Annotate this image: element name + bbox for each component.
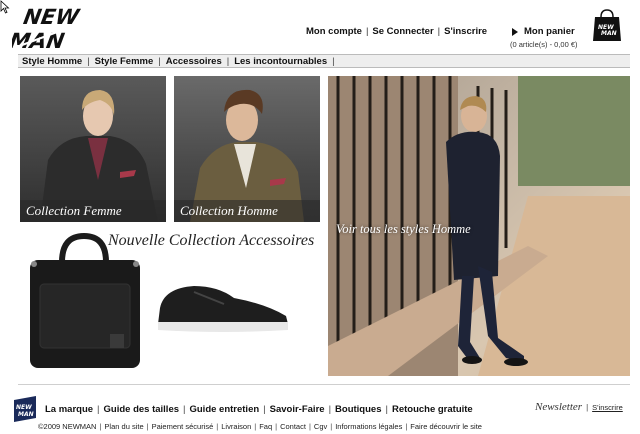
cart-label: Mon panier: [524, 26, 575, 37]
shopping-bag-icon[interactable]: NEW MAN: [592, 8, 622, 42]
legal-link-paiement[interactable]: Paiement sécurisé: [152, 422, 214, 431]
legal-link-livraison[interactable]: Livraison: [221, 422, 251, 431]
separator: |: [87, 55, 90, 67]
separator: |: [216, 422, 219, 431]
styles-homme-panel[interactable]: Voir tous les styles Homme: [328, 76, 630, 376]
collection-femme-caption: Collection Femme: [20, 200, 166, 222]
separator: |: [275, 422, 278, 431]
separator: |: [330, 422, 333, 431]
footer-link-la-marque[interactable]: La marque: [45, 404, 93, 415]
footer-link-savoir-faire[interactable]: Savoir-Faire: [270, 404, 325, 415]
legal-link-faq[interactable]: Faq: [259, 422, 272, 431]
separator: |: [405, 422, 408, 431]
separator: |: [328, 404, 332, 415]
separator: |: [254, 422, 257, 431]
my-account-link[interactable]: Mon compte: [306, 26, 362, 37]
footer-link-guide-tailles[interactable]: Guide des tailles: [104, 404, 180, 415]
nav-item-style-femme[interactable]: Style Femme: [95, 56, 154, 67]
register-link[interactable]: S'inscrire: [444, 26, 487, 37]
separator: |: [183, 404, 186, 415]
svg-text:MAN: MAN: [601, 30, 617, 37]
svg-text:MAN: MAN: [18, 411, 34, 418]
separator: |: [226, 55, 230, 67]
collection-homme-caption: Collection Homme: [174, 200, 320, 222]
legal-links: ©2009 NEWMAN | Plan du site | Paiement s…: [38, 422, 482, 431]
styles-homme-caption: Voir tous les styles Homme: [336, 222, 471, 236]
newsletter-signup-link[interactable]: S'inscrire: [592, 403, 623, 412]
newman-footer-logo[interactable]: NEW MAN: [12, 396, 38, 422]
account-links: Mon compte | Se Connecter | S'inscrire: [306, 26, 487, 37]
footer-link-guide-entretien[interactable]: Guide entretien: [189, 404, 259, 415]
footer-link-retouche[interactable]: Retouche gratuite: [392, 404, 473, 415]
separator: |: [437, 26, 441, 37]
separator: |: [99, 422, 102, 431]
cart-link[interactable]: Mon panier: [512, 26, 575, 37]
newman-logo[interactable]: NEW MAN: [12, 4, 130, 52]
separator: |: [146, 422, 149, 431]
mouse-cursor-icon: [0, 0, 10, 14]
legal-link-contact[interactable]: Contact: [280, 422, 306, 431]
separator: |: [365, 26, 369, 37]
leather-bag-image[interactable]: [26, 232, 144, 372]
login-link[interactable]: Se Connecter: [372, 26, 433, 37]
separator: |: [332, 55, 335, 67]
main-nav: Style Homme | Style Femme | Accessoires …: [18, 54, 630, 68]
collection-homme-panel[interactable]: Collection Homme: [174, 76, 320, 222]
footer-link-boutiques[interactable]: Boutiques: [335, 404, 381, 415]
legal-link-faire-decouvrir[interactable]: Faire découvrir le site: [410, 422, 482, 431]
footer-divider: [18, 384, 630, 385]
nav-item-accessoires[interactable]: Accessoires: [166, 56, 222, 67]
separator: |: [263, 404, 266, 415]
footer-nav: La marque | Guide des tailles | Guide en…: [45, 404, 473, 415]
legal-link-cgv[interactable]: Cgv: [314, 422, 327, 431]
sneaker-image[interactable]: [154, 278, 294, 334]
nav-item-incontournables[interactable]: Les incontournables: [234, 56, 327, 67]
separator: |: [308, 422, 311, 431]
copyright-text: ©2009 NEWMAN: [38, 422, 97, 431]
separator: |: [97, 404, 100, 415]
newsletter-label: Newsletter: [535, 401, 583, 413]
legal-link-plan-du-site[interactable]: Plan du site: [104, 422, 143, 431]
separator: |: [385, 404, 388, 415]
play-arrow-icon: [512, 27, 518, 36]
nav-item-style-homme[interactable]: Style Homme: [22, 56, 82, 67]
separator: |: [586, 402, 589, 412]
collection-femme-panel[interactable]: Collection Femme: [20, 76, 166, 222]
legal-link-informations[interactable]: Informations légales: [335, 422, 402, 431]
newsletter-block: Newsletter | S'inscrire: [535, 401, 623, 413]
svg-text:NEW: NEW: [16, 404, 32, 411]
separator: |: [158, 55, 161, 67]
cart-summary: (0 article(s) - 0,00 €): [510, 40, 578, 49]
